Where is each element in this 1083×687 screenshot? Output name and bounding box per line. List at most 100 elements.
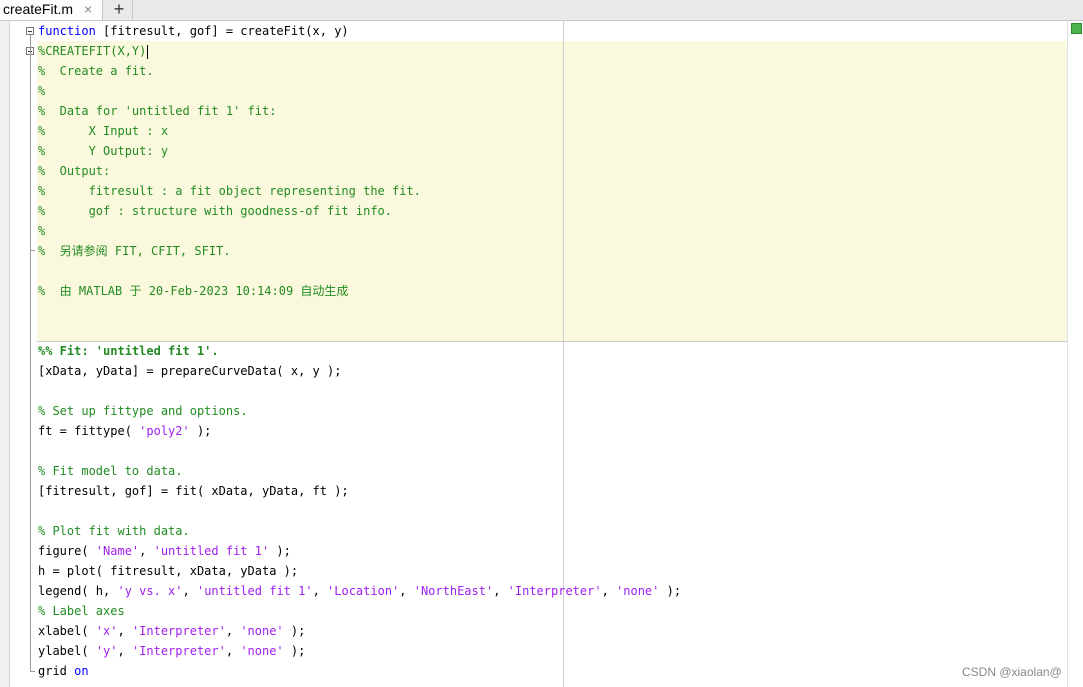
code-token: [xData, yData] = prepareCurveData( x, y … [38, 364, 342, 378]
code-token: [fitresult, gof] = createFit(x, y) [95, 24, 349, 38]
code-token: , [399, 584, 414, 598]
code-line[interactable]: h = plot( fitresult, xData, yData ); [38, 561, 298, 581]
comment-token: % Create a fit. [38, 64, 154, 78]
string-token: 'Interpreter' [131, 644, 226, 658]
code-token: ylabel( [38, 644, 96, 658]
string-token: 'x' [95, 624, 118, 638]
code-line[interactable]: function [fitresult, gof] = createFit(x,… [38, 21, 349, 41]
cell-header-token: %% Fit: 'untitled fit 1'. [38, 344, 219, 358]
code-line[interactable]: %CREATEFIT(X,Y) [38, 41, 149, 61]
fold-end-marker [30, 671, 35, 672]
code-token: figure( [38, 544, 96, 558]
keyword-token: function [38, 24, 96, 38]
comment-token: %CREATEFIT(X,Y) [38, 44, 147, 58]
status-indicator-icon [1071, 23, 1082, 34]
watermark: CSDN @xiaolan@ [962, 665, 1062, 679]
string-token: 'y' [95, 644, 118, 658]
new-tab-button[interactable]: + [106, 0, 133, 20]
code-token: [fitresult, gof] = fit( xData, yData, ft… [38, 484, 349, 498]
string-token: 'Location' [327, 584, 400, 598]
code-line[interactable]: xlabel( 'x', 'Interpreter', 'none' ); [38, 621, 305, 641]
code-line[interactable]: % Create a fit. [38, 61, 154, 81]
code-token: , [117, 644, 132, 658]
code-token: legend( h, [38, 584, 118, 598]
code-editor[interactable]: function [fitresult, gof] = createFit(x,… [0, 21, 1083, 687]
code-line[interactable]: [xData, yData] = prepareCurveData( x, y … [38, 361, 341, 381]
code-line[interactable]: ylabel( 'y', 'Interpreter', 'none' ); [38, 641, 305, 661]
code-token: , [601, 584, 617, 598]
tab-filename: createFit.m [3, 1, 74, 17]
comment-token: % Y Output: y [38, 144, 169, 158]
comment-token: % gof : structure with goodness-of fit i… [38, 204, 393, 218]
code-line[interactable]: % fitresult : a fit object representing … [38, 181, 421, 201]
code-token: , [225, 624, 241, 638]
comment-token: % X Input : x [38, 124, 169, 138]
code-token: h = plot( fitresult, xData, yData ); [38, 564, 299, 578]
code-line[interactable]: % Set up fittype and options. [38, 401, 248, 421]
comment-token: % Label axes [38, 604, 125, 618]
comment-token: % Output: [38, 164, 111, 178]
code-line[interactable]: %% Fit: 'untitled fit 1'. [38, 341, 219, 361]
comment-token: % Fit model to data. [38, 464, 183, 478]
keyword-token: on [74, 664, 89, 678]
code-token: ft = fittype( [38, 424, 140, 438]
code-token: grid [38, 664, 75, 678]
string-token: 'untitled fit 1' [153, 544, 270, 558]
code-token: ); [269, 544, 291, 558]
code-line[interactable]: % Y Output: y [38, 141, 168, 161]
code-token: ); [283, 624, 306, 638]
code-line[interactable]: ft = fittype( 'poly2' ); [38, 421, 211, 441]
code-line[interactable]: % 由 MATLAB 于 20-Feb-2023 10:14:09 自动生成 [38, 281, 348, 301]
string-token: 'Interpreter' [131, 624, 226, 638]
close-icon[interactable]: × [84, 0, 92, 19]
code-line[interactable]: % [38, 81, 45, 101]
code-line[interactable]: % X Input : x [38, 121, 168, 141]
comment-token: % Set up fittype and options. [38, 404, 248, 418]
code-line[interactable]: % Data for 'untitled fit 1' fit: [38, 101, 276, 121]
string-token: 'poly2' [139, 424, 190, 438]
fold-toggle-icon[interactable] [26, 27, 34, 35]
code-line[interactable]: figure( 'Name', 'untitled fit 1' ); [38, 541, 291, 561]
code-token: , [139, 544, 154, 558]
code-token: xlabel( [38, 624, 96, 638]
tab-createfit[interactable]: createFit.m × [0, 0, 103, 20]
code-line[interactable]: grid on [38, 661, 89, 681]
code-line[interactable]: % Label axes [38, 601, 125, 621]
code-token: , [312, 584, 328, 598]
code-token: ); [659, 584, 682, 598]
comment-token: % 由 MATLAB 于 20-Feb-2023 10:14:09 自动生成 [38, 284, 349, 298]
tab-bar: createFit.m × + [0, 0, 1083, 21]
string-token: 'y vs. x' [117, 584, 183, 598]
code-token: , [225, 644, 241, 658]
comment-token: % fitresult : a fit object representing … [38, 184, 421, 198]
string-token: 'Name' [95, 544, 140, 558]
code-line[interactable]: % Plot fit with data. [38, 521, 190, 541]
string-token: 'none' [240, 624, 284, 638]
fold-guide [30, 35, 31, 671]
string-token: 'none' [240, 644, 284, 658]
code-line[interactable]: % 另请参阅 FIT, CFIT, SFIT. [38, 241, 231, 261]
code-line[interactable]: % Output: [38, 161, 110, 181]
code-token: ); [283, 644, 306, 658]
code-token: , [117, 624, 132, 638]
code-line[interactable]: legend( h, 'y vs. x', 'untitled fit 1', … [38, 581, 681, 601]
comment-token: % Data for 'untitled fit 1' fit: [38, 104, 277, 118]
vertical-scrollbar[interactable] [1067, 21, 1083, 687]
code-token: , [493, 584, 508, 598]
code-token: ); [189, 424, 212, 438]
code-line[interactable]: % [38, 221, 45, 241]
comment-token: % [38, 224, 46, 238]
string-token: 'untitled fit 1' [196, 584, 313, 598]
code-line[interactable]: [fitresult, gof] = fit( xData, yData, ft… [38, 481, 349, 501]
comment-token: % 另请参阅 FIT, CFIT, SFIT. [38, 244, 231, 258]
comment-token: % [38, 84, 46, 98]
text-cursor [147, 44, 149, 59]
comment-token: % Plot fit with data. [38, 524, 190, 538]
string-token: 'none' [616, 584, 660, 598]
editor-gutter [0, 21, 10, 687]
code-line[interactable]: % gof : structure with goodness-of fit i… [38, 201, 392, 221]
string-token: 'NorthEast' [413, 584, 494, 598]
code-token: , [182, 584, 197, 598]
fold-column [22, 21, 36, 687]
code-line[interactable]: % Fit model to data. [38, 461, 183, 481]
